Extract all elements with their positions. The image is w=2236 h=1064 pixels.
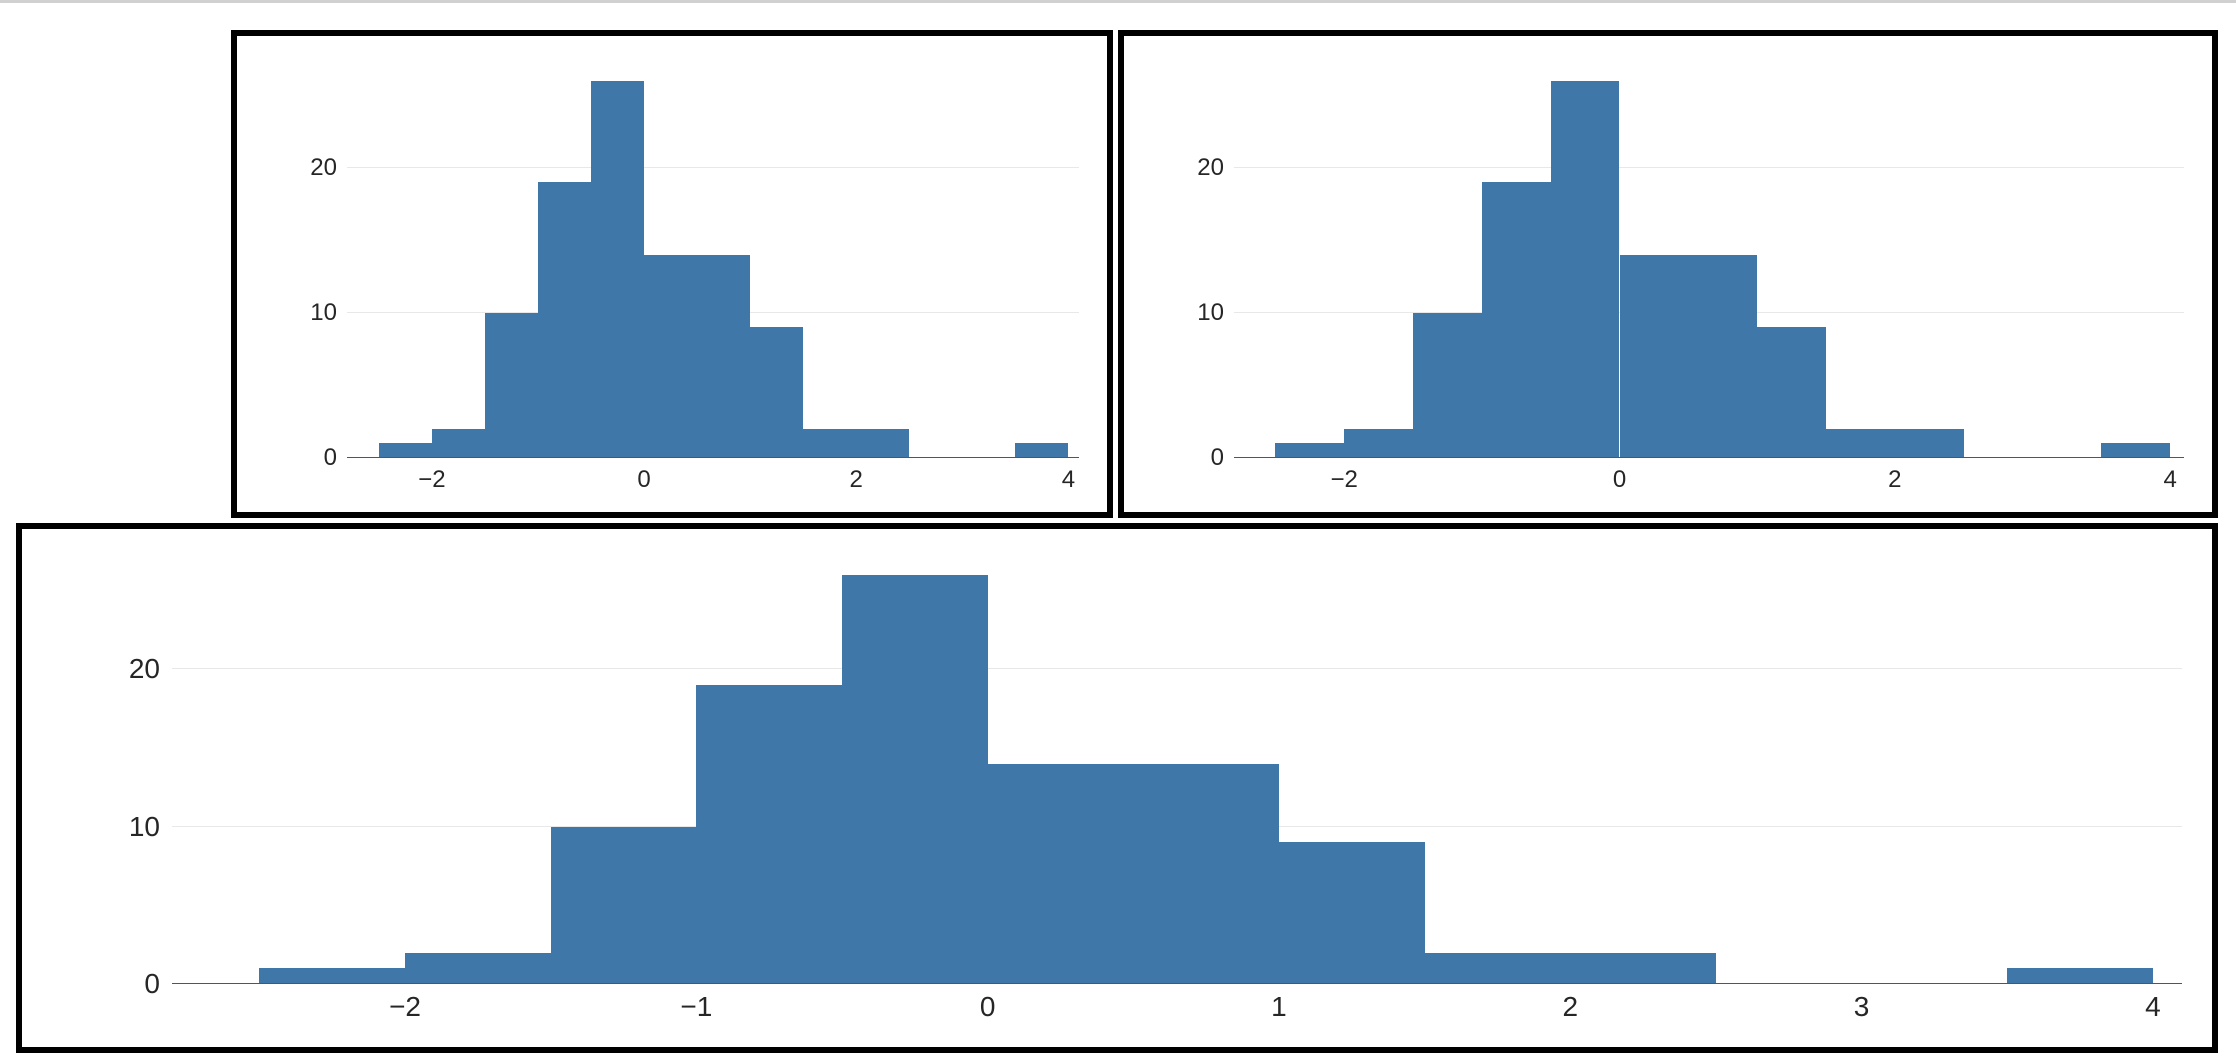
histogram-bar (1279, 842, 1425, 984)
y-tick-label: 20 (112, 653, 160, 685)
y-tick-label: 10 (112, 811, 160, 843)
x-tick-label: 4 (2164, 466, 2177, 494)
subplot-bottom: 0 10 20 −2 −1 0 1 2 3 4 (16, 523, 2218, 1053)
histogram-bar (1688, 255, 1757, 458)
histogram-bar (1895, 429, 1964, 458)
histogram-bar (842, 575, 988, 984)
histogram-bar (1570, 953, 1716, 984)
figure-container: 0 10 20 −2 0 2 4 0 10 20 −2 0 2 4 (0, 0, 2236, 1064)
histogram-bar (1425, 953, 1571, 984)
histogram-bar (750, 327, 803, 458)
x-tick-label: −1 (680, 991, 712, 1023)
y-tick-label: 10 (1184, 299, 1224, 327)
x-tick-label: 0 (1613, 466, 1626, 494)
histogram-bar (988, 764, 1134, 984)
x-axis-line (1234, 457, 2184, 458)
histogram-bar (2007, 968, 2153, 984)
histogram-bar (1275, 443, 1344, 458)
histogram-bars (347, 66, 1079, 458)
histogram-bars (172, 559, 2182, 984)
histogram-bar (551, 827, 697, 984)
x-tick-label: 2 (1562, 991, 1578, 1023)
histogram-bar (432, 429, 485, 458)
x-tick-label: 2 (1888, 466, 1901, 494)
histogram-bar (259, 968, 405, 984)
subplot-top-left: 0 10 20 −2 0 2 4 (231, 30, 1113, 518)
x-tick-label: −2 (1330, 466, 1357, 494)
histogram-bar (1826, 429, 1895, 458)
x-tick-label: 0 (637, 466, 650, 494)
x-tick-label: 0 (980, 991, 996, 1023)
histogram-bar (803, 429, 856, 458)
histogram-bar (405, 953, 551, 984)
x-tick-label: −2 (389, 991, 421, 1023)
x-tick-label: 2 (850, 466, 863, 494)
histogram-bar (697, 255, 750, 458)
plot-area (172, 559, 2182, 984)
histogram-bar (1015, 443, 1068, 458)
histogram-bar (1757, 327, 1826, 458)
x-tick-label: 4 (2145, 991, 2161, 1023)
histogram-bar (379, 443, 432, 458)
histogram-bar (1620, 255, 1689, 458)
y-tick-label: 0 (297, 444, 337, 472)
x-tick-label: 3 (1854, 991, 1870, 1023)
x-axis-line (172, 983, 2182, 984)
histogram-bar (591, 81, 644, 458)
x-tick-label: 1 (1271, 991, 1287, 1023)
histogram-bar (538, 182, 591, 458)
y-tick-label: 20 (297, 154, 337, 182)
y-tick-label: 20 (1184, 154, 1224, 182)
x-axis-line (347, 457, 1079, 458)
histogram-bar (1413, 313, 1482, 458)
histogram-bar (1551, 81, 1620, 458)
x-tick-label: 4 (1062, 466, 1075, 494)
subplot-top-right: 0 10 20 −2 0 2 4 (1118, 30, 2218, 518)
histogram-bar (1344, 429, 1413, 458)
histogram-bar (1133, 764, 1279, 984)
y-tick-label: 0 (1184, 444, 1224, 472)
histogram-bar (1482, 182, 1551, 458)
histogram-bar (485, 313, 538, 458)
x-tick-label: −2 (418, 466, 445, 494)
histogram-bar (644, 255, 697, 458)
plot-area (1234, 66, 2184, 458)
histogram-bars (1234, 66, 2184, 458)
plot-area (347, 66, 1079, 458)
histogram-bar (696, 685, 842, 984)
y-tick-label: 10 (297, 299, 337, 327)
histogram-bar (856, 429, 909, 458)
histogram-bar (2101, 443, 2170, 458)
y-tick-label: 0 (112, 968, 160, 1000)
